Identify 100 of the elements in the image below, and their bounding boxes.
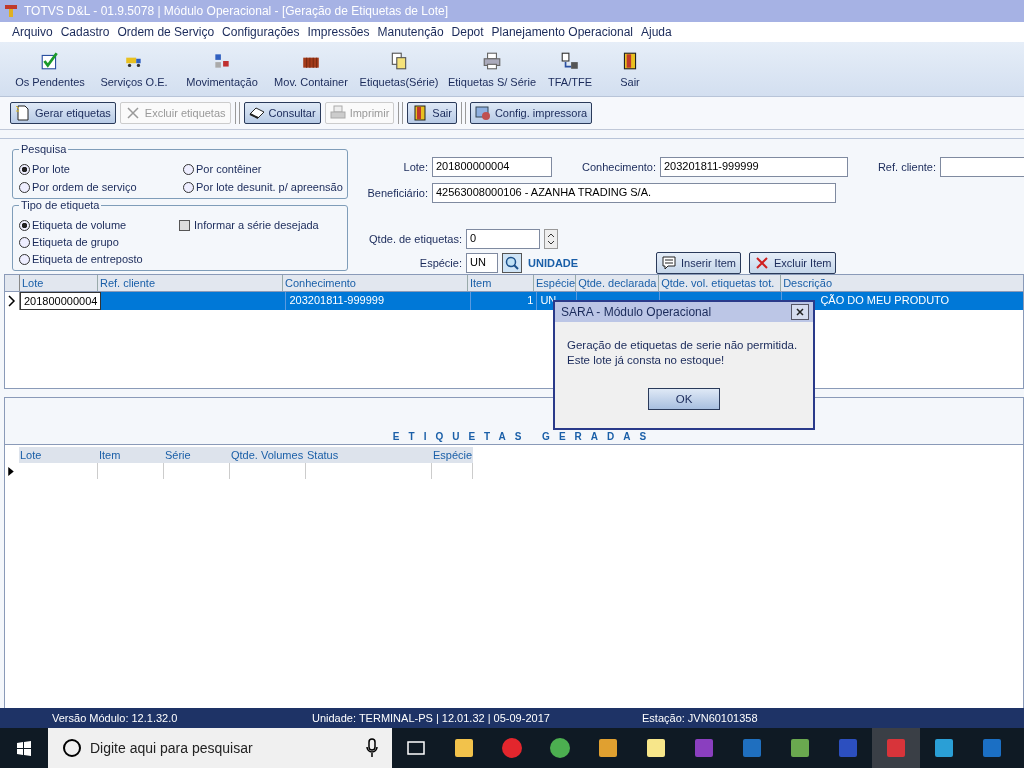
- search-button[interactable]: [502, 253, 522, 273]
- table-cell: 203201811-999999: [286, 292, 472, 310]
- radio-option[interactable]: Etiqueta de volume: [19, 218, 179, 232]
- column-header[interactable]: Série: [164, 447, 230, 463]
- window-title: TOTVS D&L - 01.9.5078 | Módulo Operacional - [Geração de Etiquetas de Lote]: [24, 4, 449, 18]
- app-icon: [884, 736, 908, 760]
- toolbar-button[interactable]: Mov. Container: [268, 46, 354, 92]
- menu-item[interactable]: Planejamento Operacional: [491, 25, 633, 39]
- menu-item[interactable]: Ajuda: [641, 25, 672, 39]
- app-icon: [740, 736, 764, 760]
- app-logo-icon: [4, 3, 20, 19]
- item-button[interactable]: Excluir Item: [749, 252, 837, 274]
- menu-item[interactable]: Cadastro: [60, 25, 110, 39]
- app-icon: [644, 736, 668, 760]
- printer-icon: [482, 50, 502, 71]
- menu-item[interactable]: Configurações: [222, 25, 300, 39]
- menu-item[interactable]: Arquivo: [12, 25, 53, 39]
- microphone-icon: [366, 738, 378, 758]
- action-button[interactable]: Gerar etiquetas: [10, 102, 116, 124]
- search-field[interactable]: Digite aqui para pesquisar: [48, 728, 392, 768]
- group-title: Tipo de etiqueta: [19, 199, 102, 211]
- toolbar-button[interactable]: Etiquetas(Série): [356, 46, 442, 92]
- speech-bubble-icon: [661, 255, 677, 271]
- column-header[interactable]: Lote: [20, 275, 98, 291]
- app-icon: [932, 736, 956, 760]
- item-button[interactable]: Inserir Item: [656, 252, 741, 274]
- column-header[interactable]: Item: [468, 275, 534, 291]
- input-field[interactable]: 42563008000106 - AZANHA TRADING S/A.: [432, 183, 836, 203]
- column-header[interactable]: Qtde. vol. etiquetas tot.: [659, 275, 782, 291]
- close-icon: [124, 105, 141, 121]
- column-header[interactable]: Status: [306, 447, 432, 463]
- menu-item[interactable]: Manutenção: [377, 25, 444, 39]
- toolbar-button[interactable]: TFA/TFE: [542, 46, 598, 92]
- app-icon: [980, 736, 1004, 760]
- column-header[interactable]: Descrição: [781, 275, 1024, 291]
- radio-option[interactable]: Por contêiner: [183, 162, 343, 176]
- dialog-message: Geração de etiquetas de serie não permitida.: [567, 338, 798, 353]
- table-cell: 1: [471, 292, 538, 310]
- column-header[interactable]: Conhecimento: [283, 275, 468, 291]
- section-title: ETIQUETAS GERADAS: [392, 431, 656, 443]
- field-label: Ref. cliente:: [876, 161, 936, 174]
- field-label: Espécie:: [418, 257, 462, 269]
- toolbar-button[interactable]: Serviços O.E.: [92, 46, 176, 92]
- windows-logo-icon: [16, 740, 32, 756]
- especie-description: UNIDADE: [528, 257, 580, 269]
- close-icon: [795, 307, 805, 317]
- radio-option[interactable]: Etiqueta de grupo: [19, 235, 179, 249]
- action-button[interactable]: Consultar: [243, 102, 321, 124]
- input-field[interactable]: 0: [466, 228, 540, 249]
- status-text: Unidade: TERMINAL-PS | 12.01.32 | 05-09-2017: [312, 712, 551, 724]
- field-label: Lote:: [402, 161, 428, 174]
- action-button[interactable]: Sair: [407, 102, 457, 124]
- row-pointer-icon: [7, 465, 15, 477]
- field-label: Qtde. de etiquetas:: [368, 232, 462, 245]
- column-header[interactable]: Qtde. declarada: [576, 275, 660, 291]
- input-field[interactable]: UN: [466, 253, 498, 273]
- radio-option[interactable]: Etiqueta de entreposto: [19, 252, 179, 266]
- printer-icon: [329, 105, 346, 121]
- circle-icon: [62, 738, 82, 758]
- input-field[interactable]: [940, 157, 1024, 178]
- spin-button[interactable]: [544, 228, 558, 249]
- menu-item[interactable]: Impressões: [307, 25, 370, 39]
- app-icon: [788, 736, 812, 760]
- pages-icon: [389, 50, 409, 71]
- app-icon: [836, 736, 860, 760]
- menu-item[interactable]: Ordem de Serviço: [117, 25, 215, 39]
- close-icon: [754, 255, 770, 271]
- toolbar-button[interactable]: Movimentação: [178, 46, 266, 92]
- table-cell-text: ÇÃO DO MEU PRODUTO: [819, 293, 951, 308]
- column-header[interactable]: Item: [98, 447, 164, 463]
- field-label: Conhecimento:: [581, 161, 656, 174]
- toolbar-button[interactable]: Os Pendentes: [10, 46, 90, 92]
- checkbox[interactable]: Informar a série desejada: [179, 218, 319, 232]
- column-header[interactable]: Qtde. Volumes: [230, 447, 306, 463]
- check-icon: [40, 50, 60, 71]
- column-header[interactable]: Ref. cliente: [98, 275, 283, 291]
- column-header[interactable]: Espécie: [534, 275, 577, 291]
- round-app-icon: [500, 736, 524, 760]
- toolbar-button[interactable]: Etiquetas S/ Série: [444, 46, 540, 92]
- dialog-message: Este lote já consta no estoque!: [567, 353, 725, 368]
- app-icon: [452, 736, 476, 760]
- status-text: Versão Módulo: 12.1.32.0: [52, 712, 179, 724]
- book-icon: [248, 105, 265, 121]
- column-header[interactable]: Lote: [19, 447, 98, 463]
- close-button[interactable]: [791, 304, 809, 320]
- app-icon: [692, 736, 716, 760]
- input-field[interactable]: 201800000004: [432, 157, 552, 178]
- radio-option[interactable]: Por lote: [19, 162, 183, 176]
- menu-item[interactable]: Depot: [451, 25, 484, 39]
- app-icon: [596, 736, 620, 760]
- status-text: Estação: JVN60101358: [642, 712, 758, 724]
- radio-option[interactable]: Por ordem de serviço: [19, 180, 183, 194]
- toolbar-button[interactable]: Sair: [600, 46, 660, 92]
- action-button[interactable]: Config. impressora: [469, 102, 593, 124]
- column-header[interactable]: Espécie: [432, 447, 473, 463]
- ok-button[interactable]: OK: [648, 388, 720, 410]
- input-field[interactable]: 203201811-999999: [660, 157, 848, 178]
- radio-option[interactable]: Por lote desunit. p/ apreensão: [183, 180, 343, 194]
- group-title: Pesquisa: [19, 143, 69, 155]
- row-pointer-icon: [8, 295, 16, 307]
